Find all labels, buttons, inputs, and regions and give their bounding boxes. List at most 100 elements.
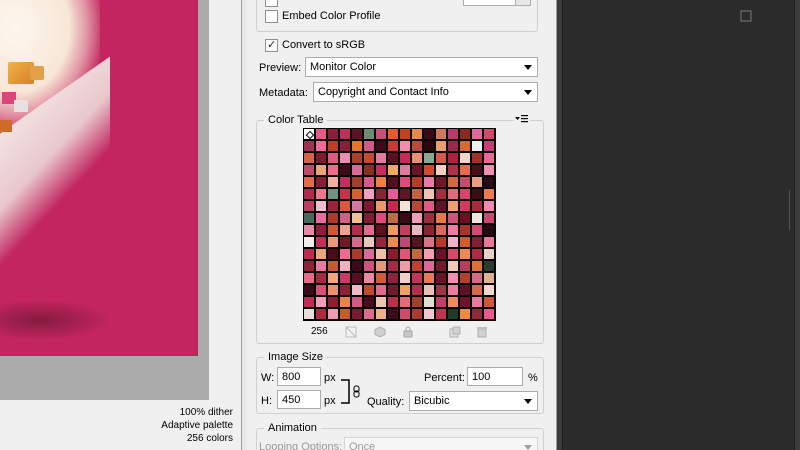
color-swatch[interactable] <box>315 236 327 248</box>
color-swatch[interactable] <box>471 200 483 212</box>
color-swatch[interactable] <box>303 296 315 308</box>
color-swatch[interactable] <box>327 212 339 224</box>
color-swatch[interactable] <box>327 176 339 188</box>
color-swatch[interactable] <box>423 164 435 176</box>
color-swatch[interactable] <box>447 212 459 224</box>
color-swatch[interactable] <box>303 308 315 320</box>
color-swatch[interactable] <box>375 128 387 140</box>
color-swatch[interactable] <box>363 128 375 140</box>
color-swatch[interactable] <box>423 224 435 236</box>
color-swatch[interactable] <box>351 200 363 212</box>
color-swatch[interactable] <box>351 296 363 308</box>
color-swatch[interactable] <box>423 236 435 248</box>
color-swatch[interactable] <box>459 224 471 236</box>
color-swatch[interactable] <box>375 236 387 248</box>
color-swatch[interactable] <box>387 296 399 308</box>
color-swatch[interactable] <box>351 164 363 176</box>
color-swatch[interactable] <box>483 188 495 200</box>
color-swatch[interactable] <box>483 236 495 248</box>
color-swatch[interactable] <box>375 272 387 284</box>
color-swatch[interactable] <box>447 260 459 272</box>
color-swatch[interactable] <box>387 284 399 296</box>
color-swatch[interactable] <box>375 260 387 272</box>
metadata-select[interactable]: Copyright and Contact Info <box>313 82 538 102</box>
color-swatch[interactable] <box>315 224 327 236</box>
color-swatch[interactable] <box>339 200 351 212</box>
color-swatch[interactable] <box>315 176 327 188</box>
color-swatch[interactable] <box>435 200 447 212</box>
color-swatch[interactable] <box>423 260 435 272</box>
color-swatch[interactable] <box>363 260 375 272</box>
color-swatch[interactable] <box>399 188 411 200</box>
color-swatch[interactable] <box>399 272 411 284</box>
color-swatch[interactable] <box>339 248 351 260</box>
color-swatch[interactable] <box>447 296 459 308</box>
color-swatch[interactable] <box>483 140 495 152</box>
color-swatch[interactable] <box>339 308 351 320</box>
color-swatch[interactable] <box>411 188 423 200</box>
color-swatch[interactable] <box>351 260 363 272</box>
color-swatch[interactable] <box>411 200 423 212</box>
color-swatch[interactable] <box>303 176 315 188</box>
color-swatch[interactable] <box>363 212 375 224</box>
color-swatch[interactable] <box>327 224 339 236</box>
color-swatch[interactable] <box>327 188 339 200</box>
color-swatch[interactable] <box>411 284 423 296</box>
color-swatch[interactable] <box>303 248 315 260</box>
preview-canvas[interactable] <box>0 0 209 400</box>
color-swatch[interactable] <box>411 140 423 152</box>
constrain-proportions-link[interactable] <box>340 379 360 404</box>
color-swatch[interactable] <box>339 236 351 248</box>
panel-menu-icon[interactable] <box>514 113 530 125</box>
color-swatch[interactable] <box>315 188 327 200</box>
color-swatch[interactable] <box>423 152 435 164</box>
color-swatch[interactable] <box>315 200 327 212</box>
color-swatch[interactable] <box>387 236 399 248</box>
color-swatch[interactable] <box>375 140 387 152</box>
map-color-icon[interactable] <box>345 326 357 338</box>
color-swatch[interactable] <box>423 296 435 308</box>
color-swatch[interactable] <box>447 128 459 140</box>
quality-select[interactable]: Bicubic <box>409 391 538 411</box>
color-swatch[interactable] <box>315 260 327 272</box>
color-swatch[interactable] <box>435 272 447 284</box>
color-swatch[interactable] <box>399 128 411 140</box>
color-swatch[interactable] <box>459 260 471 272</box>
color-swatch[interactable] <box>423 140 435 152</box>
color-swatch[interactable] <box>363 308 375 320</box>
color-swatch[interactable] <box>471 212 483 224</box>
color-swatch[interactable] <box>303 284 315 296</box>
color-swatch[interactable] <box>303 188 315 200</box>
color-swatch[interactable] <box>411 260 423 272</box>
color-swatch[interactable] <box>447 272 459 284</box>
color-swatch[interactable] <box>327 248 339 260</box>
color-swatch[interactable] <box>435 152 447 164</box>
color-swatch[interactable] <box>375 248 387 260</box>
color-swatch[interactable] <box>327 296 339 308</box>
color-swatch[interactable] <box>351 284 363 296</box>
color-swatch[interactable] <box>351 224 363 236</box>
color-swatch[interactable] <box>423 308 435 320</box>
color-swatch[interactable] <box>315 308 327 320</box>
color-swatch[interactable] <box>459 296 471 308</box>
color-swatch[interactable] <box>411 296 423 308</box>
color-swatch[interactable] <box>339 176 351 188</box>
color-swatch[interactable] <box>483 176 495 188</box>
color-swatch[interactable] <box>303 236 315 248</box>
color-swatch[interactable] <box>375 176 387 188</box>
color-swatch[interactable] <box>303 260 315 272</box>
color-swatch[interactable] <box>303 164 315 176</box>
color-swatch[interactable] <box>363 152 375 164</box>
color-swatch[interactable] <box>351 188 363 200</box>
color-swatch[interactable] <box>435 164 447 176</box>
color-swatch[interactable] <box>375 212 387 224</box>
color-swatch[interactable] <box>399 308 411 320</box>
color-swatch[interactable] <box>471 260 483 272</box>
color-swatch[interactable] <box>387 224 399 236</box>
color-swatch[interactable] <box>459 140 471 152</box>
color-swatch[interactable] <box>387 308 399 320</box>
color-swatch[interactable] <box>399 236 411 248</box>
color-swatch[interactable] <box>423 248 435 260</box>
color-swatch[interactable] <box>315 296 327 308</box>
color-swatch[interactable] <box>435 140 447 152</box>
